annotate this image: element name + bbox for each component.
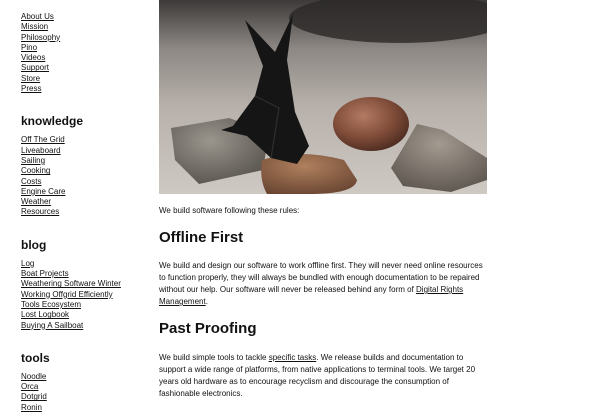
nav-item-sailing: Sailing [21, 156, 146, 166]
nav-item-press: Press [21, 84, 146, 94]
nav-link-off-the-grid[interactable]: Off The Grid [21, 135, 65, 144]
nav-item-ronin: Ronin [21, 403, 146, 413]
nav-link-philosophy[interactable]: Philosophy [21, 33, 60, 42]
tools-list: Noodle Orca Dotgrid Ronin [21, 372, 146, 413]
blog-section: blog Log Boat Projects Weathering Softwa… [21, 238, 146, 331]
offline-first-paragraph: We build and design our software to work… [159, 260, 487, 308]
hero-photo-origami-rabbit [159, 0, 487, 194]
nav-item-philosophy: Philosophy [21, 33, 146, 43]
specific-tasks-link[interactable]: specific tasks [269, 353, 317, 362]
nav-item-engine-care: Engine Care [21, 187, 146, 197]
knowledge-section: knowledge Off The Grid Liveaboard Sailin… [21, 114, 146, 217]
nav-item-pino: Pino [21, 43, 146, 53]
nav-link-ronin[interactable]: Ronin [21, 403, 42, 412]
nav-item-boat-projects: Boat Projects [21, 269, 146, 279]
knowledge-heading: knowledge [21, 114, 84, 129]
past-proofing-heading: Past Proofing [159, 320, 257, 337]
nav-link-about-us[interactable]: About Us [21, 12, 54, 21]
nav-item-support: Support [21, 63, 146, 73]
nav-item-lost-logbook: Lost Logbook [21, 310, 146, 320]
nav-item-weathering-software-winter: Weathering Software Winter [21, 279, 146, 289]
nav-link-videos[interactable]: Videos [21, 53, 45, 62]
sidebar-nav: About Us Mission Philosophy Pino Videos … [21, 12, 146, 413]
nav-link-press[interactable]: Press [21, 84, 41, 93]
nav-item-costs: Costs [21, 177, 146, 187]
nav-item-dotgrid: Dotgrid [21, 392, 146, 402]
blog-list: Log Boat Projects Weathering Software Wi… [21, 259, 146, 331]
nav-link-lost-logbook[interactable]: Lost Logbook [21, 310, 69, 319]
nav-link-dotgrid[interactable]: Dotgrid [21, 392, 47, 401]
main-content: We build software following these rules:… [159, 0, 487, 400]
nav-link-orca[interactable]: Orca [21, 382, 38, 391]
nav-item-buying-a-sailboat: Buying A Sailboat [21, 321, 146, 331]
nav-item-videos: Videos [21, 53, 146, 63]
nav-item-about-us: About Us [21, 12, 146, 22]
nav-link-liveaboard[interactable]: Liveaboard [21, 146, 61, 155]
nav-item-cooking: Cooking [21, 166, 146, 176]
nav-item-orca: Orca [21, 382, 146, 392]
nav-item-mission: Mission [21, 22, 146, 32]
tools-section: tools Noodle Orca Dotgrid Ronin [21, 351, 146, 413]
intro-text: We build software following these rules: [159, 206, 300, 215]
nav-item-working-offgrid-efficiently: Working Offgrid Efficiently [21, 290, 146, 300]
nav-link-noodle[interactable]: Noodle [21, 372, 46, 381]
photo-stone-red [333, 97, 409, 151]
offline-first-heading: Offline First [159, 229, 244, 246]
knowledge-list: Off The Grid Liveaboard Sailing Cooking … [21, 135, 146, 217]
nav-item-log: Log [21, 259, 146, 269]
nav-link-pino[interactable]: Pino [21, 43, 37, 52]
nav-item-store: Store [21, 74, 146, 84]
nav-link-resources[interactable]: Resources [21, 207, 59, 216]
nav-link-mission[interactable]: Mission [21, 22, 48, 31]
primary-nav-list: About Us Mission Philosophy Pino Videos … [21, 12, 146, 94]
nav-link-costs[interactable]: Costs [21, 177, 41, 186]
photo-stone-front [261, 154, 357, 194]
nav-item-liveaboard: Liveaboard [21, 146, 146, 156]
nav-link-boat-projects[interactable]: Boat Projects [21, 269, 69, 278]
nav-link-store[interactable]: Store [21, 74, 40, 83]
nav-link-engine-care[interactable]: Engine Care [21, 187, 65, 196]
nav-link-buying-a-sailboat[interactable]: Buying A Sailboat [21, 321, 83, 330]
nav-link-weather[interactable]: Weather [21, 197, 51, 206]
nav-item-tools-ecosystem: Tools Ecosystem [21, 300, 146, 310]
nav-link-log[interactable]: Log [21, 259, 34, 268]
nav-link-sailing[interactable]: Sailing [21, 156, 45, 165]
nav-link-weathering-software-winter[interactable]: Weathering Software Winter [21, 279, 121, 288]
offline-first-text-end: . [205, 297, 208, 306]
nav-item-off-the-grid: Off The Grid [21, 135, 146, 145]
past-proofing-paragraph: We build simple tools to tackle specific… [159, 352, 487, 400]
nav-item-weather: Weather [21, 197, 146, 207]
blog-heading: blog [21, 237, 47, 252]
nav-item-noodle: Noodle [21, 372, 146, 382]
nav-item-resources: Resources [21, 207, 146, 217]
nav-link-cooking[interactable]: Cooking [21, 166, 50, 175]
tools-heading: tools [21, 350, 50, 365]
past-proofing-text: We build simple tools to tackle [159, 353, 269, 362]
nav-link-tools-ecosystem[interactable]: Tools Ecosystem [21, 300, 81, 309]
nav-link-working-offgrid-efficiently[interactable]: Working Offgrid Efficiently [21, 290, 113, 299]
nav-link-support[interactable]: Support [21, 63, 49, 72]
